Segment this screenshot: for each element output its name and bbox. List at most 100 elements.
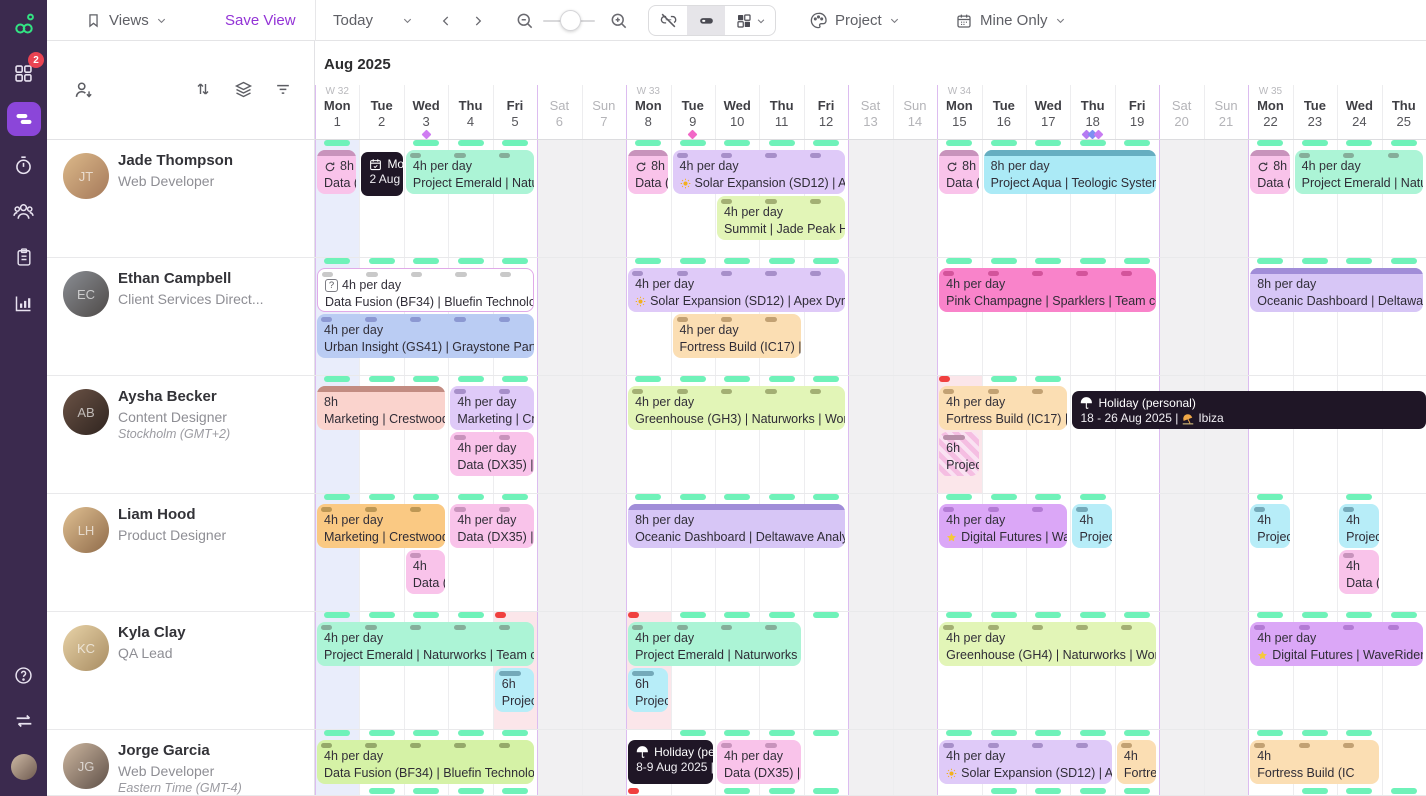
allocation-block[interactable]: 8hData (DX35) | Lim [939, 150, 978, 194]
person-cell[interactable]: JTJade ThompsonWeb Developer [47, 140, 315, 257]
allocation-block[interactable]: 4hFortress Build (IC [1250, 740, 1378, 784]
hide-links-toggle[interactable] [649, 6, 687, 35]
filter-icon[interactable] [273, 79, 293, 99]
allocation-day-dash [810, 271, 821, 276]
sidebar-item-clipboard[interactable] [0, 234, 47, 280]
views-menu[interactable]: Views [85, 0, 167, 41]
weekend-shading [1159, 494, 1203, 611]
allocation-block[interactable]: 4h per daySolar Expansion (SD12) | Apex … [673, 150, 846, 194]
allocation-day-dash [943, 625, 954, 630]
allocation-day-dash [454, 507, 465, 512]
allocation-block[interactable]: 4h per dayProject Emerald | Naturworks |… [628, 622, 801, 666]
allocation-block[interactable]: ?4h per dayData Fusion (BF34) | Bluefin … [317, 268, 534, 312]
color-by-project-dropdown[interactable]: Project [809, 0, 900, 41]
week-separator [1159, 85, 1160, 140]
allocation-block[interactable]: 4h per dayData (DX35) | Wa [450, 504, 534, 548]
allocation-block[interactable]: 4h per daySolar Expansion (SD12) | Apex … [628, 268, 845, 312]
allocation-block[interactable]: 6hProject E [939, 432, 978, 476]
people-panel-toolbar [47, 41, 315, 140]
allocation-block[interactable]: 8h per dayProject Aqua | Teologic System… [984, 150, 1157, 194]
sidebar-item-switch[interactable] [0, 698, 47, 744]
zoom-out-button[interactable] [515, 0, 535, 41]
allocation-block[interactable]: 8hData (DX35) | Lim [1250, 150, 1289, 194]
sidebar-item-dashboard[interactable]: 2 [0, 50, 47, 96]
today-dropdown[interactable]: Today [333, 0, 413, 41]
person-cell[interactable]: ECEthan CampbellClient Services Direct..… [47, 258, 315, 375]
sidebar-item-chart[interactable] [0, 280, 47, 326]
sort-icon[interactable] [193, 79, 213, 99]
allocation-block[interactable]: 4h per dayPink Champagne | Sparklers | T… [939, 268, 1156, 312]
allocation-block[interactable]: 4h per dayMarketing | Crest [450, 386, 534, 430]
allocation-block[interactable]: 8hData (DX35) | Lim [628, 150, 667, 194]
allocation-block[interactable]: 4h per dayData (DX35) | Lim [717, 740, 801, 784]
allocation-block[interactable]: 4hProject A [1072, 504, 1111, 548]
allocation-day-dash [1032, 743, 1043, 748]
capacity-indicator [1035, 140, 1061, 146]
zoom-slider[interactable] [543, 0, 595, 41]
person-cell[interactable]: JGJorge GarciaWeb DeveloperEastern Time … [47, 730, 315, 795]
sidebar-item-people[interactable] [0, 188, 47, 234]
allocation-block[interactable]: 6hProject A [495, 668, 534, 712]
allocation-block[interactable]: 8hData (DX35) | Lim [317, 150, 356, 194]
allocation-block[interactable]: 4h per dayDigital Futures | WaveR [939, 504, 1067, 548]
week-number-label [1070, 85, 1114, 98]
sidebar-item-help[interactable] [0, 652, 47, 698]
allocation-block[interactable]: 8h per dayOceanic Dashboard | Deltawave … [1250, 268, 1423, 312]
sidebar-item-timer[interactable] [0, 142, 47, 188]
week-separator [626, 612, 627, 729]
capacity-indicator [1346, 730, 1372, 736]
allocation-block[interactable]: 4hProject A [1339, 504, 1378, 548]
allocation-block[interactable]: 8h per dayOceanic Dashboard | Deltawave … [628, 504, 845, 548]
overallocation-indicator [628, 612, 639, 618]
allocation-block[interactable]: 4h per dayData (DX35) | Lim [450, 432, 534, 476]
allocation-block[interactable]: 4h per dayFortress Build (IC17) | Cre [939, 386, 1067, 430]
capacity-indicator [1124, 730, 1150, 736]
add-person-icon[interactable] [73, 79, 95, 101]
allocation-block[interactable]: 4h per dayProject Emerald | Naturworks |… [406, 150, 534, 194]
capacity-indicator [369, 376, 395, 382]
zoom-in-button[interactable] [609, 0, 629, 41]
person-cell[interactable]: KCKyla ClayQA Lead [47, 612, 315, 729]
group-layers-icon[interactable] [233, 79, 254, 100]
allocation-block[interactable]: 4h per dayProject Emerald | Naturworks [1295, 150, 1423, 194]
capacity-indicator [813, 788, 839, 794]
allocation-block[interactable]: 4h per dayGreenhouse (GH4) | Naturworks … [939, 622, 1156, 666]
allocation-block[interactable]: 4h per dayGreenhouse (GH3) | Naturworks … [628, 386, 845, 430]
allocation-block[interactable]: 4h per dayMarketing | Crestwood Co [317, 504, 445, 548]
person-cell[interactable]: ABAysha BeckerContent DesignerStockholm … [47, 376, 315, 493]
allocation-block[interactable]: 4h per dayUrban Insight (GS41) | Graysto… [317, 314, 534, 358]
sidebar-item-planner[interactable] [0, 96, 47, 142]
allocation-block[interactable]: 8hMarketing | Crestwood Co [317, 386, 445, 430]
allocation-block[interactable]: 4hFortress [1117, 740, 1156, 784]
sidebar-item-user-avatar[interactable] [0, 744, 47, 790]
allocation-day-dash [1076, 625, 1087, 630]
day-gridline [893, 258, 894, 375]
capacity-indicator [1080, 258, 1106, 264]
prev-button[interactable] [439, 0, 453, 41]
next-button[interactable] [471, 0, 485, 41]
allocation-block[interactable]: 4hData (DX [406, 550, 445, 594]
allocation-block[interactable]: 4h per dayData Fusion (BF34) | Bluefin T… [317, 740, 534, 784]
allocation-block[interactable]: 4h per daySolar Expansion (SD12) | Apex … [939, 740, 1112, 784]
allocation-project-label: Fortress Build (IC17) | Heli [680, 339, 801, 355]
mine-only-dropdown[interactable]: Mine Only [955, 0, 1066, 41]
allocation-block[interactable]: 4h per dayDigital Futures | WaveRider | … [1250, 622, 1423, 666]
day-number-label: 13 [848, 114, 892, 129]
grid-view-toggle[interactable] [725, 6, 775, 35]
allocation-block[interactable]: 4hData (DX [1339, 550, 1378, 594]
person-cell[interactable]: LHLiam HoodProduct Designer [47, 494, 315, 611]
allocation-block[interactable]: 6hProject A [628, 668, 667, 712]
allocation-block[interactable]: 4h per dayFortress Build (IC17) | Heli [673, 314, 801, 358]
week-number-label [1159, 85, 1203, 98]
user-avatar[interactable] [11, 754, 37, 780]
capacity-indicator [1124, 788, 1150, 794]
day-header: Sat6 [537, 85, 581, 140]
allocation-block[interactable]: 4h per dayProject Emerald | Naturworks |… [317, 622, 534, 666]
capacity-indicator [991, 140, 1017, 146]
save-view-button[interactable]: Save View [225, 0, 296, 41]
weekend-shading [537, 730, 581, 795]
allocation-block[interactable]: 4h per daySummit | Jade Peak Holdings [717, 196, 845, 240]
bar-view-toggle[interactable] [687, 6, 725, 35]
zoom-slider-handle[interactable] [560, 10, 581, 31]
allocation-block[interactable]: 4hProject A [1250, 504, 1289, 548]
